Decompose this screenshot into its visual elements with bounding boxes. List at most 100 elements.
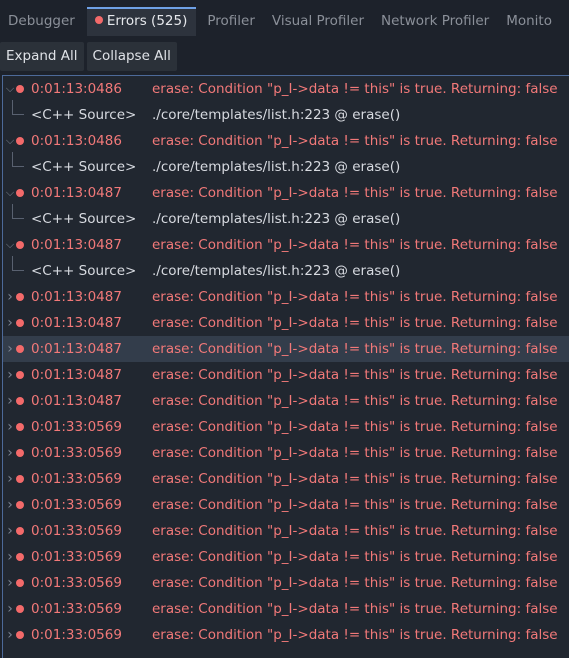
error-timestamp: 0:01:33:0569 <box>31 471 122 487</box>
error-row[interactable]: › 0:01:33:0569 erase: Condition "p_I->data… <box>3 622 569 648</box>
error-row[interactable]: › 0:01:13:0487 erase: Condition "p_I->data… <box>3 284 569 310</box>
error-message: erase: Condition "p_I->data != this" is … <box>152 419 558 435</box>
chevron-right-icon[interactable]: › <box>5 284 15 310</box>
tab-monitors[interactable]: Monito <box>498 7 561 36</box>
error-icon <box>16 85 24 93</box>
error-icon <box>16 371 24 379</box>
error-source-row[interactable]: <C++ Source> ./core/templates/list.h:223 … <box>3 256 569 284</box>
error-message: erase: Condition "p_I->data != this" is … <box>152 237 558 253</box>
error-source-row[interactable]: <C++ Source> ./core/templates/list.h:223 … <box>3 152 569 180</box>
error-icon <box>16 501 24 509</box>
error-icon <box>16 631 24 639</box>
error-icon <box>16 345 24 353</box>
error-message: erase: Condition "p_I->data != this" is … <box>152 315 558 331</box>
error-timestamp: 0:01:33:0569 <box>31 575 122 591</box>
error-message: erase: Condition "p_I->data != this" is … <box>152 81 558 97</box>
chevron-right-icon[interactable]: › <box>5 544 15 570</box>
chevron-right-icon[interactable]: › <box>5 336 15 362</box>
error-row[interactable]: › 0:01:33:0569 erase: Condition "p_I->data… <box>3 466 569 492</box>
error-message: erase: Condition "p_I->data != this" is … <box>152 393 558 409</box>
error-row[interactable]: › 0:01:13:0487 erase: Condition "p_I->data… <box>3 336 569 362</box>
chevron-right-icon[interactable]: › <box>5 622 15 648</box>
error-row[interactable]: › 0:01:33:0569 erase: Condition "p_I->data… <box>3 570 569 596</box>
chevron-down-icon[interactable]: ⌵ <box>5 232 15 258</box>
chevron-down-icon[interactable]: ⌵ <box>5 128 15 154</box>
error-source-row[interactable]: <C++ Source> ./core/templates/list.h:223 … <box>3 204 569 232</box>
tree-guide-line <box>12 256 24 271</box>
error-row[interactable]: › 0:01:13:0487 erase: Condition "p_I->data… <box>3 362 569 388</box>
error-message: erase: Condition "p_I->data != this" is … <box>152 341 558 357</box>
tab-visual-profiler[interactable]: Visual Profiler <box>264 7 373 36</box>
error-icon <box>16 423 24 431</box>
error-source-row[interactable]: <C++ Source> ./core/templates/list.h:223 … <box>3 100 569 128</box>
error-icon <box>16 397 24 405</box>
chevron-right-icon[interactable]: › <box>5 414 15 440</box>
chevron-right-icon[interactable]: › <box>5 466 15 492</box>
error-tree[interactable]: ⌵ 0:01:13:0486 erase: Condition "p_I->data… <box>2 75 569 658</box>
chevron-right-icon[interactable]: › <box>5 518 15 544</box>
error-icon <box>16 189 24 197</box>
error-row[interactable]: › 0:01:33:0569 erase: Condition "p_I->data… <box>3 518 569 544</box>
chevron-right-icon[interactable]: › <box>5 362 15 388</box>
error-timestamp: 0:01:33:0569 <box>31 549 122 565</box>
error-row[interactable]: ⌵ 0:01:13:0487 erase: Condition "p_I->data… <box>3 232 569 258</box>
error-row[interactable]: ⌵ 0:01:13:0487 erase: Condition "p_I->data… <box>3 180 569 206</box>
tab-profiler[interactable]: Profiler <box>199 7 264 36</box>
chevron-down-icon[interactable]: ⌵ <box>5 76 15 102</box>
error-icon <box>16 527 24 535</box>
tree-guide-line <box>12 100 24 115</box>
error-timestamp: 0:01:13:0487 <box>31 315 122 331</box>
expand-all-button[interactable]: Expand All <box>0 42 84 71</box>
error-message: erase: Condition "p_I->data != this" is … <box>152 523 558 539</box>
error-icon <box>16 293 24 301</box>
error-icon <box>16 553 24 561</box>
tree-guide-line <box>12 204 24 219</box>
source-location: ./core/templates/list.h:223 @ erase() <box>152 211 401 227</box>
error-timestamp: 0:01:13:0487 <box>31 289 122 305</box>
errors-toolbar: Expand All Collapse All <box>0 42 569 72</box>
error-message: erase: Condition "p_I->data != this" is … <box>152 601 558 617</box>
error-row[interactable]: › 0:01:33:0569 erase: Condition "p_I->data… <box>3 492 569 518</box>
error-row[interactable]: ⌵ 0:01:13:0486 erase: Condition "p_I->data… <box>3 76 569 102</box>
error-row[interactable]: › 0:01:33:0569 erase: Condition "p_I->data… <box>3 414 569 440</box>
error-row[interactable]: › 0:01:13:0487 erase: Condition "p_I->data… <box>3 310 569 336</box>
tab-debugger[interactable]: Debugger <box>0 7 84 36</box>
tab-errors-label: Errors (525) <box>106 13 188 29</box>
error-timestamp: 0:01:13:0486 <box>31 133 122 149</box>
error-timestamp: 0:01:13:0487 <box>31 393 122 409</box>
error-message: erase: Condition "p_I->data != this" is … <box>152 185 558 201</box>
chevron-right-icon[interactable]: › <box>5 310 15 336</box>
error-icon <box>16 579 24 587</box>
error-icon <box>16 241 24 249</box>
error-message: erase: Condition "p_I->data != this" is … <box>152 289 558 305</box>
collapse-all-button[interactable]: Collapse All <box>86 42 177 71</box>
chevron-right-icon[interactable]: › <box>5 440 15 466</box>
source-type-label: <C++ Source> <box>31 211 137 227</box>
error-message: erase: Condition "p_I->data != this" is … <box>152 497 558 513</box>
debugger-tab-bar: Debugger Errors (525) Profiler Visual Pr… <box>0 0 569 42</box>
error-row[interactable]: › 0:01:13:0487 erase: Condition "p_I->data… <box>3 388 569 414</box>
source-type-label: <C++ Source> <box>31 107 137 123</box>
error-row[interactable]: › 0:01:33:0569 erase: Condition "p_I->data… <box>3 544 569 570</box>
source-type-label: <C++ Source> <box>31 159 137 175</box>
source-type-label: <C++ Source> <box>31 263 137 279</box>
error-row[interactable]: › 0:01:33:0569 erase: Condition "p_I->data… <box>3 440 569 466</box>
error-row[interactable]: › 0:01:33:0569 erase: Condition "p_I->data… <box>3 596 569 622</box>
chevron-right-icon[interactable]: › <box>5 596 15 622</box>
tab-errors[interactable]: Errors (525) <box>86 7 197 36</box>
error-message: erase: Condition "p_I->data != this" is … <box>152 627 558 643</box>
error-timestamp: 0:01:13:0486 <box>31 81 122 97</box>
chevron-right-icon[interactable]: › <box>5 492 15 518</box>
error-row[interactable]: ⌵ 0:01:13:0486 erase: Condition "p_I->data… <box>3 128 569 154</box>
tree-guide-line <box>12 152 24 167</box>
chevron-right-icon[interactable]: › <box>5 388 15 414</box>
chevron-down-icon[interactable]: ⌵ <box>5 180 15 206</box>
tab-network-profiler[interactable]: Network Profiler <box>373 7 498 36</box>
chevron-right-icon[interactable]: › <box>5 570 15 596</box>
error-message: erase: Condition "p_I->data != this" is … <box>152 445 558 461</box>
source-location: ./core/templates/list.h:223 @ erase() <box>152 159 401 175</box>
error-icon <box>16 137 24 145</box>
source-location: ./core/templates/list.h:223 @ erase() <box>152 263 401 279</box>
error-timestamp: 0:01:33:0569 <box>31 497 122 513</box>
error-timestamp: 0:01:33:0569 <box>31 523 122 539</box>
